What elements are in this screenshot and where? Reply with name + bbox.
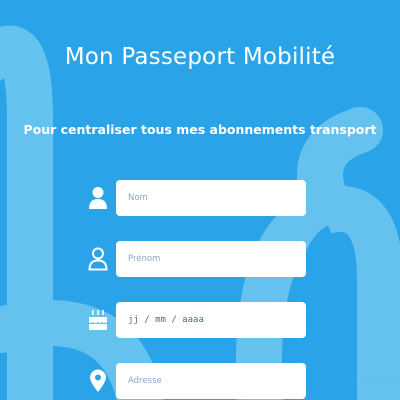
map-marker-icon	[84, 367, 112, 395]
nom-input[interactable]	[116, 180, 306, 216]
prenom-input[interactable]	[116, 241, 306, 277]
login-panel: Mon Passeport Mobilité Pour centraliser …	[0, 0, 400, 400]
adresse-row	[84, 363, 306, 399]
page-title: Mon Passeport Mobilité	[64, 44, 336, 70]
user-icon	[84, 184, 112, 212]
adresse-input[interactable]	[116, 363, 306, 399]
date-row: jj / mm / aaaa	[84, 302, 306, 338]
user-outline-icon	[84, 245, 112, 273]
nom-row	[84, 180, 306, 216]
page-subtitle: Pour centraliser tous mes abonnements tr…	[23, 122, 377, 137]
date-input[interactable]: jj / mm / aaaa	[116, 302, 306, 338]
date-placeholder: jj / mm / aaaa	[128, 315, 204, 325]
birthday-cake-icon	[84, 306, 112, 334]
prenom-row	[84, 241, 306, 277]
